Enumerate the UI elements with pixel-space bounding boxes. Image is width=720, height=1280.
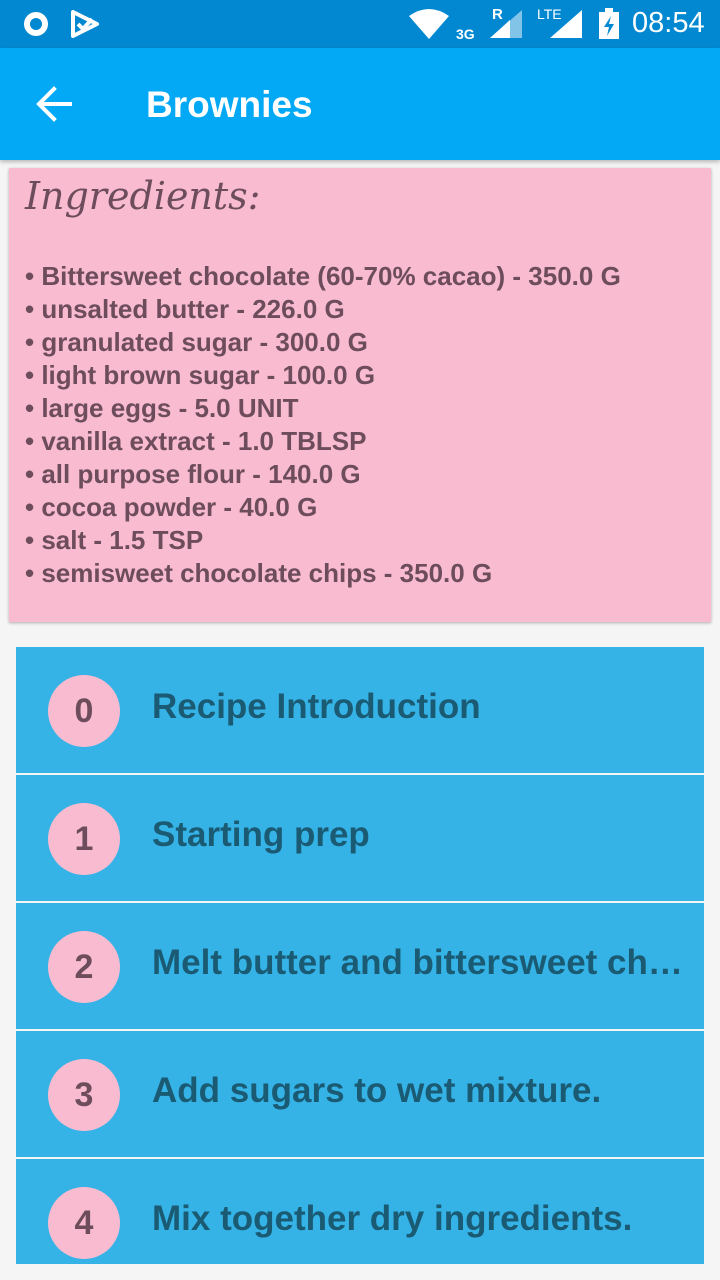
step-label: Mix together dry ingredients. bbox=[152, 1199, 633, 1238]
arrow-back-icon bbox=[36, 86, 72, 122]
step-label: Add sugars to wet mixture. bbox=[152, 1071, 602, 1110]
step-item-2[interactable]: 2 Melt butter and bittersweet chocolate. bbox=[16, 903, 704, 1029]
step-number-badge: 0 bbox=[48, 675, 120, 747]
status-bar: 3G R LTE 08:54 bbox=[0, 0, 720, 48]
check-icon bbox=[71, 10, 99, 38]
page-title: Brownies bbox=[146, 84, 313, 125]
steps-list: 0 Recipe Introduction 1 Starting prep 2 … bbox=[16, 647, 704, 1264]
ingredient-item: • unsalted butter - 226.0 G bbox=[25, 294, 345, 324]
step-item-4[interactable]: 4 Mix together dry ingredients. bbox=[16, 1159, 704, 1264]
circle-icon bbox=[24, 12, 48, 36]
step-label: Starting prep bbox=[152, 815, 370, 854]
ingredient-item: • Bittersweet chocolate (60-70% cacao) -… bbox=[25, 261, 621, 291]
ingredients-list: • Bittersweet chocolate (60-70% cacao) -… bbox=[25, 260, 705, 590]
ingredient-item: • light brown sugar - 100.0 G bbox=[25, 360, 376, 390]
step-number-badge: 1 bbox=[48, 803, 120, 875]
step-label: Recipe Introduction bbox=[152, 687, 481, 726]
signal-icon bbox=[490, 10, 522, 38]
wifi-icon bbox=[409, 9, 449, 39]
network-type-label: 3G bbox=[456, 26, 475, 42]
ingredients-heading: Ingredients: bbox=[25, 174, 261, 218]
battery-icon bbox=[599, 8, 619, 39]
step-number-badge: 3 bbox=[48, 1059, 120, 1131]
ingredient-item: • cocoa powder - 40.0 G bbox=[25, 492, 318, 522]
step-item-3[interactable]: 3 Add sugars to wet mixture. bbox=[16, 1031, 704, 1157]
step-item-1[interactable]: 1 Starting prep bbox=[16, 775, 704, 901]
app-bar: Brownies bbox=[0, 48, 720, 160]
step-label: Melt butter and bittersweet chocolate. bbox=[152, 943, 700, 982]
back-button[interactable] bbox=[26, 76, 86, 132]
signal-icon bbox=[550, 10, 582, 38]
clock: 08:54 bbox=[632, 7, 705, 39]
ingredient-item: • large eggs - 5.0 UNIT bbox=[25, 393, 299, 423]
step-number-badge: 4 bbox=[48, 1187, 120, 1259]
ingredients-card: Ingredients: • Bittersweet chocolate (60… bbox=[9, 168, 711, 622]
ingredient-item: • granulated sugar - 300.0 G bbox=[25, 327, 368, 357]
ingredient-item: • vanilla extract - 1.0 TBLSP bbox=[25, 426, 367, 456]
ingredient-item: • salt - 1.5 TSP bbox=[25, 525, 204, 555]
step-item-0[interactable]: 0 Recipe Introduction bbox=[16, 647, 704, 773]
step-number-badge: 2 bbox=[48, 931, 120, 1003]
ingredient-item: • semisweet chocolate chips - 350.0 G bbox=[25, 558, 493, 588]
ingredient-item: • all purpose flour - 140.0 G bbox=[25, 459, 361, 489]
